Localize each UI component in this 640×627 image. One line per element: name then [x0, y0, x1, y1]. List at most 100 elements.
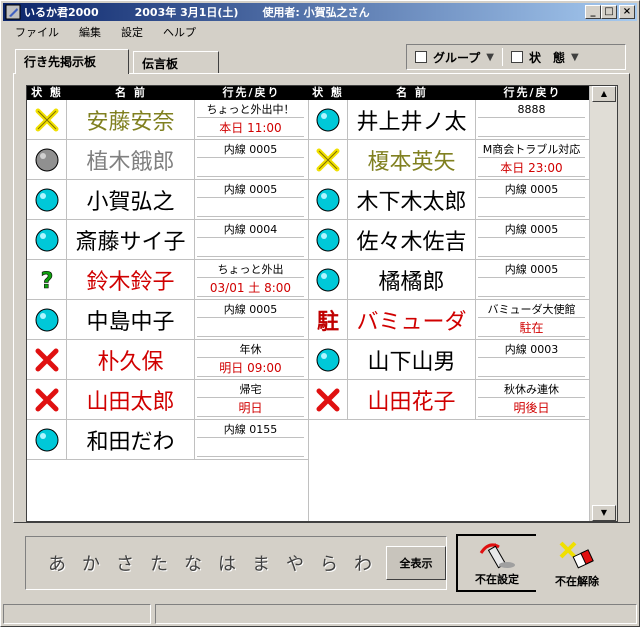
return-time: 03/01 土 8:00	[197, 279, 304, 297]
kana-a[interactable]: あ	[48, 550, 66, 576]
return-time	[478, 199, 585, 217]
menu-settings[interactable]: 設定	[111, 22, 153, 40]
destination-text: 帰宅	[197, 382, 304, 398]
destination: M商会トラブル対応 本日 23:00	[476, 140, 589, 180]
staff-cell[interactable]: 山田太郎 帰宅 明日	[27, 380, 308, 420]
kana-sa[interactable]: さ	[116, 550, 134, 576]
staff-cell[interactable]: 中島中子 内線 0005	[27, 300, 308, 340]
kana-ka[interactable]: か	[82, 550, 100, 576]
stationed-badge: 駐	[308, 300, 348, 340]
menu-file[interactable]: ファイル	[5, 22, 69, 40]
show-all-button[interactable]: 全表示	[386, 546, 446, 580]
app-name: いるか君2000	[24, 6, 99, 19]
return-time: 明後日	[478, 399, 585, 417]
person-name: 鈴木鈴子	[67, 260, 195, 300]
grid-header: 状 態 名 前 行先/戻り 状 態 名 前 行先/戻り	[27, 86, 589, 100]
staff-cell[interactable]: 植木餓郎 内線 0005	[27, 140, 308, 180]
eraser-icon	[559, 541, 594, 569]
staff-cell[interactable]: 安藤安奈 ちょっと外出中！ 本日 11:00	[27, 100, 308, 140]
vertical-scrollbar[interactable]: ▲ ▼	[589, 86, 617, 521]
return-time: 明日	[197, 399, 304, 417]
destination: ちょっと外出 03/01 土 8:00	[195, 260, 308, 300]
staff-cell[interactable]: 朴久保 年休 明日 09:00	[27, 340, 308, 380]
kana-ra[interactable]: ら	[320, 550, 338, 576]
chevron-down-icon[interactable]: ▼	[486, 52, 494, 63]
destination-text: 内線 0005	[478, 222, 585, 238]
status-filter[interactable]: 状 態 ▼	[510, 49, 579, 66]
destination-text: 内線 0005	[197, 182, 304, 198]
return-time: 本日 11:00	[197, 119, 304, 137]
destination: 8888	[476, 100, 589, 140]
kana-na[interactable]: な	[184, 550, 202, 576]
destination: 内線 0005	[195, 180, 308, 220]
destination-text: ちょっと外出中！	[197, 102, 304, 118]
kana-ma[interactable]: ま	[252, 550, 270, 576]
person-name: 和田だわ	[67, 420, 195, 460]
return-time	[197, 439, 304, 457]
kana-ya[interactable]: や	[286, 550, 304, 576]
scroll-down-icon[interactable]: ▼	[592, 505, 616, 521]
clear-absent-button[interactable]: 不在解除	[536, 534, 618, 592]
staff-cell[interactable]: 井上井ノ太 8888	[308, 100, 589, 140]
destination: 内線 0005	[195, 140, 308, 180]
kana-ta[interactable]: た	[150, 550, 168, 576]
header-dest: 行先/戻り	[222, 86, 281, 99]
set-absent-label: 不在設定	[475, 573, 519, 586]
staff-cell[interactable]: 橘橘郎 内線 0005	[308, 260, 589, 300]
staff-cell[interactable]: 木下木太郎 内線 0005	[308, 180, 589, 220]
header-status: 状 態	[312, 86, 344, 99]
menu-help[interactable]: ヘルプ	[153, 22, 206, 40]
staff-cell[interactable]: 和田だわ 内線 0155	[27, 420, 308, 460]
header-name: 名 前	[396, 86, 428, 99]
kana-wa[interactable]: わ	[354, 550, 372, 576]
absent-red-x-icon	[27, 340, 67, 380]
title-bar[interactable]: いるか君2000 2003年 3月1日(土) 使用者: 小賀弘之さん _ □ ×	[3, 3, 637, 21]
destination: 内線 0003	[476, 340, 589, 380]
menu-edit[interactable]: 編集	[69, 22, 111, 40]
group-filter[interactable]: グループ ▼	[415, 49, 494, 66]
present-circle-icon	[27, 180, 67, 220]
destination: 内線 0005	[476, 220, 589, 260]
group-checkbox[interactable]	[415, 51, 427, 63]
kana-ha[interactable]: は	[218, 550, 236, 576]
close-button[interactable]: ×	[619, 5, 635, 19]
staff-cell[interactable]: 駐バミューダ バミューダ大使館 駐在	[308, 300, 589, 340]
tab-message-board[interactable]: 伝言板	[133, 51, 219, 73]
svg-text:?: ?	[40, 269, 53, 293]
kana-index: あ か さ た な は ま や ら わ 全表示	[25, 536, 447, 590]
scroll-up-icon[interactable]: ▲	[592, 86, 616, 102]
person-name: 安藤安奈	[67, 100, 195, 140]
tab-destination-board[interactable]: 行き先掲示板	[15, 49, 129, 74]
destination: 年休 明日 09:00	[195, 340, 308, 380]
destination: 内線 0155	[195, 420, 308, 460]
staff-cell[interactable]: 斎藤サイ子 内線 0004	[27, 220, 308, 260]
destination: 内線 0005	[195, 300, 308, 340]
staff-cells: 安藤安奈 ちょっと外出中！ 本日 11:00 井上井ノ太 8888 植木餓郎 内線 0005…	[27, 100, 589, 521]
destination-text: 内線 0003	[478, 342, 585, 358]
maximize-button[interactable]: □	[601, 5, 617, 19]
staff-cell[interactable]: ? 鈴木鈴子 ちょっと外出 03/01 土 8:00	[27, 260, 308, 300]
present-circle-icon	[27, 300, 67, 340]
person-name: バミューダ	[348, 300, 476, 340]
pencil-icon	[479, 543, 515, 569]
chevron-down-icon[interactable]: ▼	[571, 52, 579, 63]
minimize-button[interactable]: _	[585, 5, 601, 19]
dolphin-app-icon	[5, 4, 21, 20]
set-absent-button[interactable]: 不在設定	[456, 534, 538, 592]
staff-cell[interactable]: 小賀弘之 内線 0005	[27, 180, 308, 220]
staff-cell[interactable]: 山田花子 秋休み連休 明後日	[308, 380, 589, 420]
staff-cell[interactable]: 山下山男 内線 0003	[308, 340, 589, 380]
destination-text: バミューダ大使館	[478, 302, 585, 318]
unknown-gray-circle-icon	[27, 140, 67, 180]
return-time	[478, 119, 585, 137]
status-checkbox[interactable]	[510, 51, 523, 63]
staff-cell[interactable]: 佐々木佐吉 内線 0005	[308, 220, 589, 260]
staff-cell[interactable]: 榎本英矢 M商会トラブル対応 本日 23:00	[308, 140, 589, 180]
person-name: 井上井ノ太	[348, 100, 476, 140]
title-user: 使用者: 小賀弘之さん	[262, 6, 370, 19]
header-status: 状 態	[31, 86, 63, 99]
destination: 内線 0004	[195, 220, 308, 260]
title-date: 2003年 3月1日(土)	[134, 6, 239, 19]
board-panel: 状 態 名 前 行先/戻り 状 態 名 前 行先/戻り 安藤安奈 ちょっと外出中！…	[13, 73, 630, 523]
status-pane	[155, 604, 637, 624]
